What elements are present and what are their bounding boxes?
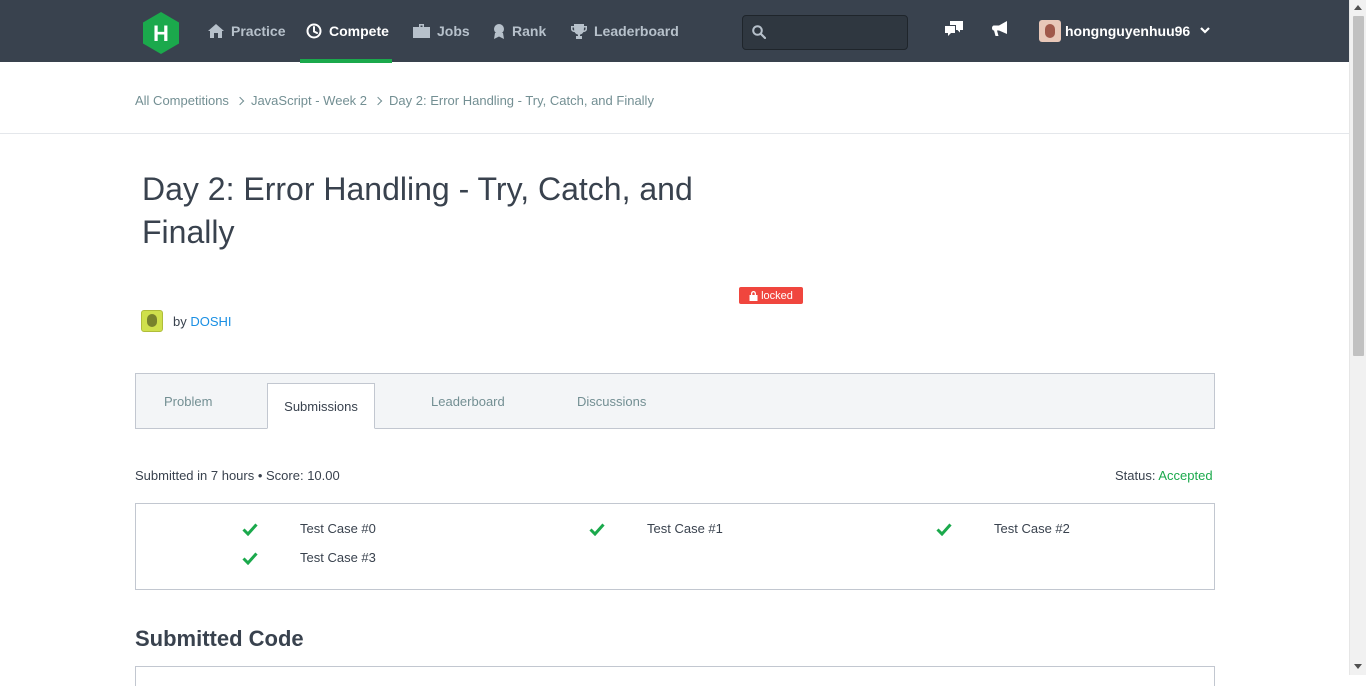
svg-text:H: H (153, 21, 169, 46)
search-input[interactable] (773, 22, 901, 44)
scroll-down-arrow-icon[interactable] (1354, 664, 1362, 669)
challenge-tabs: Problem Submissions Leaderboard Discussi… (135, 373, 1215, 429)
author-info: by DOSHI (141, 310, 232, 332)
chevron-right-icon (235, 96, 245, 105)
messages-icon[interactable] (945, 21, 963, 37)
scroll-up-arrow-icon[interactable] (1354, 5, 1362, 10)
tab-problem[interactable]: Problem (164, 374, 212, 429)
chevron-down-icon (1200, 27, 1210, 34)
nav-compete-label: Compete (329, 23, 389, 39)
username-label: hongnguyenhuu96 (1065, 23, 1191, 39)
nav-jobs[interactable]: Jobs (413, 0, 470, 62)
breadcrumb-all-competitions[interactable]: All Competitions (135, 93, 229, 108)
nav-leaderboard-label: Leaderboard (594, 23, 679, 39)
test-case-label: Test Case #2 (994, 521, 1070, 536)
tab-discussions[interactable]: Discussions (577, 374, 646, 429)
search-box[interactable] (742, 15, 908, 50)
user-menu[interactable]: hongnguyenhuu96 (1039, 19, 1211, 43)
test-case-item[interactable]: Test Case #2 (936, 521, 1070, 536)
tab-submissions-label: Submissions (284, 398, 358, 414)
scroll-thumb[interactable] (1353, 16, 1364, 356)
tab-problem-label: Problem (164, 394, 213, 409)
nav-leaderboard[interactable]: Leaderboard (571, 0, 679, 62)
tab-submissions[interactable]: Submissions (267, 383, 375, 429)
test-case-label: Test Case #1 (647, 521, 723, 536)
locked-badge: locked (739, 287, 803, 304)
breadcrumb-challenge[interactable]: Day 2: Error Handling - Try, Catch, and … (389, 93, 654, 108)
nav-compete[interactable]: Compete (306, 0, 389, 62)
tab-discussions-label: Discussions (577, 394, 647, 409)
status-label: Status: (1115, 468, 1156, 483)
nav-practice[interactable]: Practice (208, 0, 285, 62)
search-icon (752, 25, 766, 39)
check-icon (242, 522, 258, 536)
check-icon (589, 522, 605, 536)
submitted-code-heading: Submitted Code (135, 626, 304, 651)
nav-rank[interactable]: Rank (493, 0, 546, 62)
test-case-item[interactable]: Test Case #1 (589, 521, 723, 536)
locked-label: locked (761, 289, 793, 302)
code-viewer[interactable] (135, 666, 1215, 686)
nav-practice-label: Practice (231, 23, 286, 39)
author-link[interactable]: DOSHI (190, 314, 231, 329)
breadcrumb: All Competitions JavaScript - Week 2 Day… (135, 93, 654, 108)
home-icon (208, 24, 224, 38)
trophy-icon (571, 23, 587, 39)
check-icon (242, 551, 258, 565)
clock-icon (306, 23, 322, 39)
breadcrumb-contest[interactable]: JavaScript - Week 2 (251, 93, 367, 108)
check-icon (936, 522, 952, 536)
page-title: Day 2: Error Handling - Try, Catch, and … (142, 171, 693, 250)
nav-jobs-label: Jobs (437, 23, 470, 39)
tab-leaderboard-label: Leaderboard (431, 394, 505, 409)
submission-summary: Submitted in 7 hours • Score: 10.00 (135, 468, 340, 483)
test-case-label: Test Case #0 (300, 521, 376, 536)
submission-status: Status: Accepted (1115, 468, 1213, 483)
test-case-item[interactable]: Test Case #0 (242, 521, 376, 536)
user-avatar (1039, 20, 1061, 42)
by-label: by (173, 313, 187, 329)
top-navbar: H Practice Compete Jobs Rank Leaderboard… (0, 0, 1349, 63)
author-avatar[interactable] (141, 310, 163, 332)
test-case-item[interactable]: Test Case #3 (242, 550, 376, 565)
nav-rank-label: Rank (512, 23, 547, 39)
lock-icon (749, 290, 758, 301)
breadcrumb-bar: All Competitions JavaScript - Week 2 Day… (0, 62, 1349, 134)
tab-leaderboard[interactable]: Leaderboard (431, 374, 505, 429)
megaphone-icon[interactable] (992, 21, 1009, 37)
test-case-label: Test Case #3 (300, 550, 376, 565)
status-value: Accepted (1158, 468, 1213, 483)
chevron-right-icon (373, 96, 383, 105)
rank-icon (494, 23, 504, 39)
briefcase-icon (413, 24, 430, 38)
page-scrollbar[interactable] (1349, 0, 1366, 675)
test-cases-panel: Test Case #0 Test Case #1 Test Case #2 T… (135, 503, 1215, 590)
hackerrank-logo[interactable]: H (143, 12, 179, 54)
